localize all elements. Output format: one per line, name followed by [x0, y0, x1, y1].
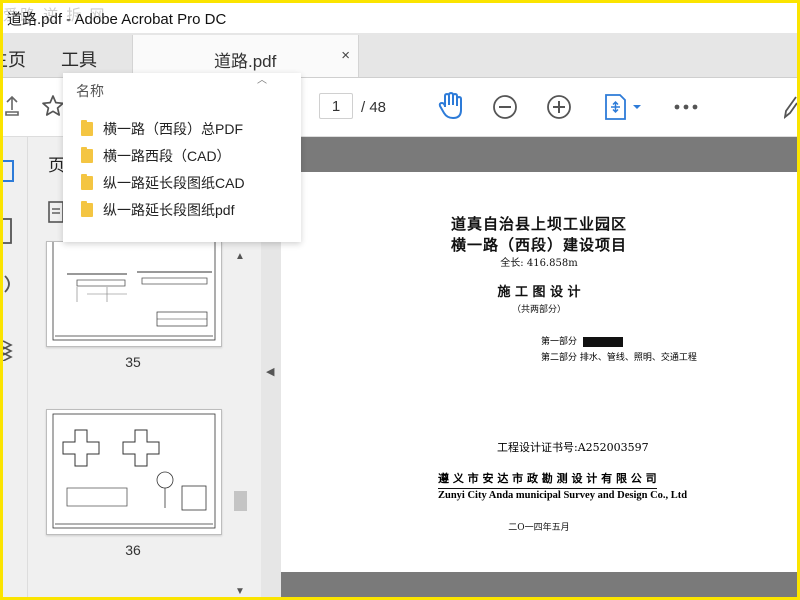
doc-part1: 第一部分: [541, 334, 624, 347]
intersection-drawing: [52, 413, 216, 529]
doc-company-cn: 遵 义 市 安 达 市 政 勘 测 设 计 有 限 公 司: [438, 470, 657, 489]
folder-item[interactable]: 横一路西段（CAD）: [79, 144, 294, 166]
pen-icon[interactable]: [784, 95, 797, 119]
road-section-drawing: [52, 242, 216, 341]
folder-label: 横一路西段（CAD）: [103, 148, 231, 164]
close-tab-button[interactable]: ×: [341, 47, 350, 64]
tab-bar: 主页 工具 道路.pdf ×: [3, 33, 797, 78]
doc-company-en: Zunyi City Anda municipal Survey and Des…: [438, 490, 688, 501]
attachments-icon[interactable]: [3, 274, 15, 294]
doc-title-line2: 横一路（西段）建设项目: [450, 236, 627, 254]
page-thumbnail[interactable]: [46, 241, 222, 347]
folder-label: 横一路（西段）总PDF: [103, 121, 243, 137]
folder-icon: [81, 174, 93, 190]
folder-item[interactable]: 纵一路延长段图纸pdf: [79, 198, 294, 220]
document-viewer[interactable]: 道真自治县上坝工业园区 横一路（西段）建设项目 全长: 416.858m 施 工…: [281, 137, 797, 597]
folder-item[interactable]: 纵一路延长段图纸CAD: [79, 171, 294, 193]
thumbnail-page-number: 35: [125, 354, 141, 370]
zoom-in-icon[interactable]: [546, 94, 572, 120]
doc-date: 二O一四年五月: [508, 523, 570, 533]
title-bar: 道路.pdf - Adobe Acrobat Pro DC 爱路 逆 拆 网: [3, 3, 797, 33]
column-header-name[interactable]: 名称: [76, 81, 104, 101]
layers-icon[interactable]: [3, 337, 15, 361]
doc-cert-number: 工程设计证书号:A252003597: [497, 441, 649, 454]
doc-title-line1: 道真自治县上坝工业园区: [450, 215, 627, 233]
document-tab-label: 道路.pdf: [214, 52, 277, 71]
doc-length: 全长: 416.858m: [500, 258, 578, 269]
page-thumbnails-icon[interactable]: [3, 159, 15, 183]
left-icon-strip: [3, 137, 28, 597]
redaction-block: [583, 336, 624, 347]
bookmark-star-icon[interactable]: [41, 94, 65, 118]
collapse-chevron-icon[interactable]: ︿: [257, 71, 267, 86]
folder-label: 纵一路延长段图纸CAD: [103, 175, 245, 191]
thumbnail-scrollbar[interactable]: ▲ ▼: [231, 241, 249, 597]
scroll-up-arrow-icon[interactable]: ▲: [235, 251, 245, 262]
doc-subheading: （共两部分）: [511, 305, 566, 315]
scroll-down-arrow-icon[interactable]: ▼: [235, 586, 245, 597]
folder-label: 纵一路延长段图纸pdf: [103, 202, 235, 218]
page-total: / 48: [361, 99, 387, 116]
doc-heading: 施 工 图 设 计: [497, 285, 581, 300]
recent-files-dropdown: ︿ 名称 横一路（西段）总PDF 横一路西段（CAD） 纵一路延长段图纸CAD …: [63, 73, 301, 242]
acrobat-window: 道路.pdf - Adobe Acrobat Pro DC 爱路 逆 拆 网 主…: [3, 3, 797, 597]
thumbnail-page-number: 36: [125, 542, 141, 558]
tab-document[interactable]: 道路.pdf ×: [132, 35, 359, 77]
pdf-page: 道真自治县上坝工业园区 横一路（西段）建设项目 全长: 416.858m 施 工…: [281, 172, 797, 572]
folder-icon: [81, 147, 93, 163]
bookmarks-icon[interactable]: [3, 217, 13, 245]
page-thumbnail[interactable]: [46, 409, 222, 535]
upload-icon[interactable]: [5, 94, 19, 116]
window-title: 道路.pdf - Adobe Acrobat Pro DC: [7, 11, 227, 28]
doc-part2: 第二部分 排水、管线、照明、交通工程: [541, 353, 697, 363]
folder-icon: [81, 201, 93, 217]
tab-home[interactable]: 主页: [3, 46, 26, 72]
collapse-arrow-icon: ◀: [266, 366, 275, 378]
page-number-input[interactable]: 1: [319, 93, 353, 119]
more-icon[interactable]: [674, 103, 698, 111]
page-fit-icon[interactable]: [603, 93, 643, 121]
doc-part1-label: 第一部分: [541, 337, 578, 347]
scrollbar-thumb[interactable]: [234, 491, 247, 511]
folder-item[interactable]: 横一路（西段）总PDF: [79, 117, 294, 139]
folder-icon: [81, 120, 93, 136]
page-options-icon[interactable]: [48, 201, 64, 223]
tab-tools[interactable]: 工具: [61, 46, 97, 72]
hand-tool-icon[interactable]: [437, 91, 465, 121]
zoom-out-icon[interactable]: [492, 94, 518, 120]
